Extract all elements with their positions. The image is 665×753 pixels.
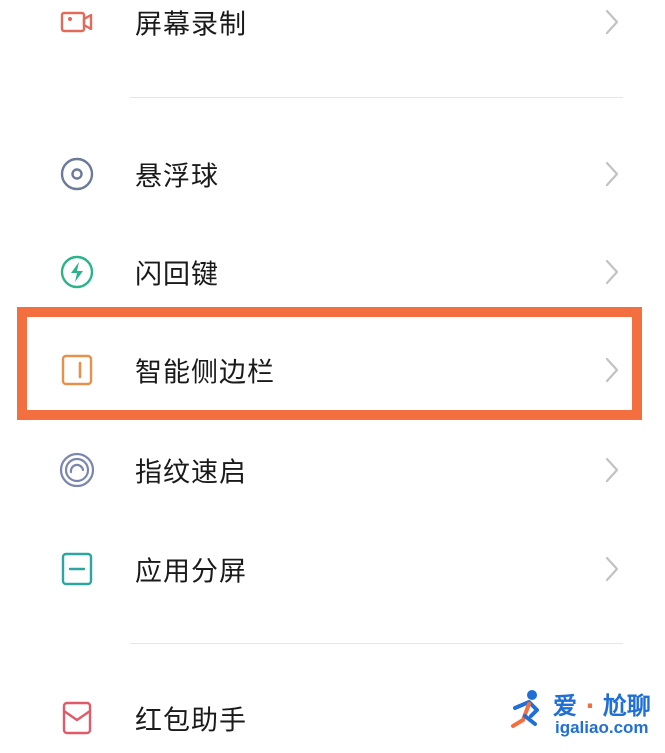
watermark: 爱 · 尬聊 igaliao.com xyxy=(505,686,665,746)
settings-item-label: 应用分屏 xyxy=(135,556,247,588)
chevron-right-icon xyxy=(605,556,619,582)
settings-item-label: 指纹速启 xyxy=(135,457,247,489)
settings-item-flashback-key[interactable]: 闪回键 xyxy=(0,237,665,307)
settings-item-split-screen[interactable]: 应用分屏 xyxy=(0,534,665,604)
red-envelope-icon xyxy=(62,701,92,735)
fingerprint-icon xyxy=(59,452,95,488)
settings-item-label: 闪回键 xyxy=(135,259,219,291)
settings-item-floating-ball[interactable]: 悬浮球 xyxy=(0,139,665,209)
highlight-frame xyxy=(17,307,642,420)
watermark-brand: 爱 · 尬聊 xyxy=(553,686,651,721)
chevron-right-icon xyxy=(605,161,619,187)
chevron-right-icon xyxy=(605,259,619,285)
floating-ball-icon xyxy=(60,157,94,191)
split-screen-icon xyxy=(61,552,93,586)
settings-item-label: 悬浮球 xyxy=(135,161,219,193)
chevron-right-icon xyxy=(605,457,619,483)
section-divider xyxy=(130,97,623,98)
watermark-separator: · xyxy=(585,692,595,720)
settings-item-label: 红包助手 xyxy=(135,705,247,737)
chevron-right-icon xyxy=(605,9,619,35)
screen-record-icon xyxy=(60,11,93,33)
section-divider xyxy=(130,643,623,644)
settings-item-fingerprint-quick-launch[interactable]: 指纹速启 xyxy=(0,435,665,505)
settings-item-screen-record[interactable]: 屏幕录制 xyxy=(0,0,665,57)
settings-item-label: 屏幕录制 xyxy=(135,9,247,41)
watermark-brand-right: 尬聊 xyxy=(602,692,651,720)
runner-logo-icon xyxy=(511,690,539,728)
flashback-key-icon xyxy=(60,255,94,289)
watermark-url: igaliao.com xyxy=(555,718,649,737)
watermark-brand-left: 爱 xyxy=(553,692,577,720)
